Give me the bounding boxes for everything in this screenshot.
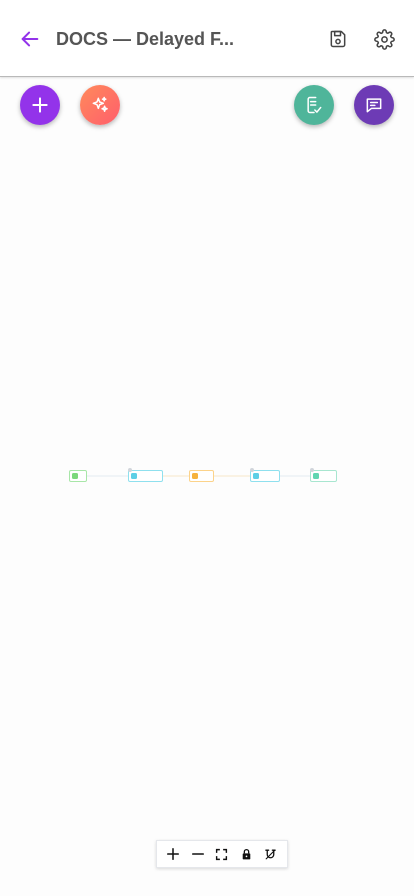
fullscreen-icon	[216, 848, 228, 860]
play-icon	[72, 473, 78, 479]
flow-node-delay[interactable]	[189, 470, 214, 482]
fit-view-button[interactable]	[211, 843, 233, 865]
bolt-icon	[131, 473, 137, 479]
flag-icon	[313, 473, 319, 479]
page-title: DOCS — Delayed F...	[56, 29, 235, 49]
arrow-left-icon	[21, 31, 39, 47]
flow-node-action[interactable]	[128, 468, 163, 482]
snap-button[interactable]	[260, 843, 282, 865]
zoom-in-button[interactable]	[162, 843, 184, 865]
node-handle[interactable]	[310, 468, 314, 472]
flow-edges	[87, 475, 310, 477]
flow-node-start[interactable]	[69, 470, 87, 482]
canvas-controls	[156, 840, 288, 868]
back-button[interactable]	[14, 24, 46, 54]
lock-icon	[242, 848, 251, 859]
node-handle[interactable]	[250, 468, 254, 472]
settings-button[interactable]	[369, 24, 399, 54]
save-button[interactable]	[323, 24, 353, 54]
magnet-icon	[265, 849, 277, 859]
plus-icon	[167, 847, 180, 861]
minus-icon	[191, 853, 204, 855]
flow-node-end[interactable]	[310, 468, 337, 482]
clock-icon	[192, 473, 198, 479]
app-header: DOCS — Delayed F...	[0, 0, 414, 77]
bolt-icon	[253, 473, 259, 479]
node-handle[interactable]	[128, 468, 132, 472]
flow-canvas[interactable]	[0, 78, 414, 896]
lock-button[interactable]	[235, 843, 257, 865]
gear-icon	[373, 28, 395, 50]
flow-node-action[interactable]	[250, 468, 280, 482]
zoom-out-button[interactable]	[187, 843, 209, 865]
floppy-disk-icon	[330, 30, 346, 48]
